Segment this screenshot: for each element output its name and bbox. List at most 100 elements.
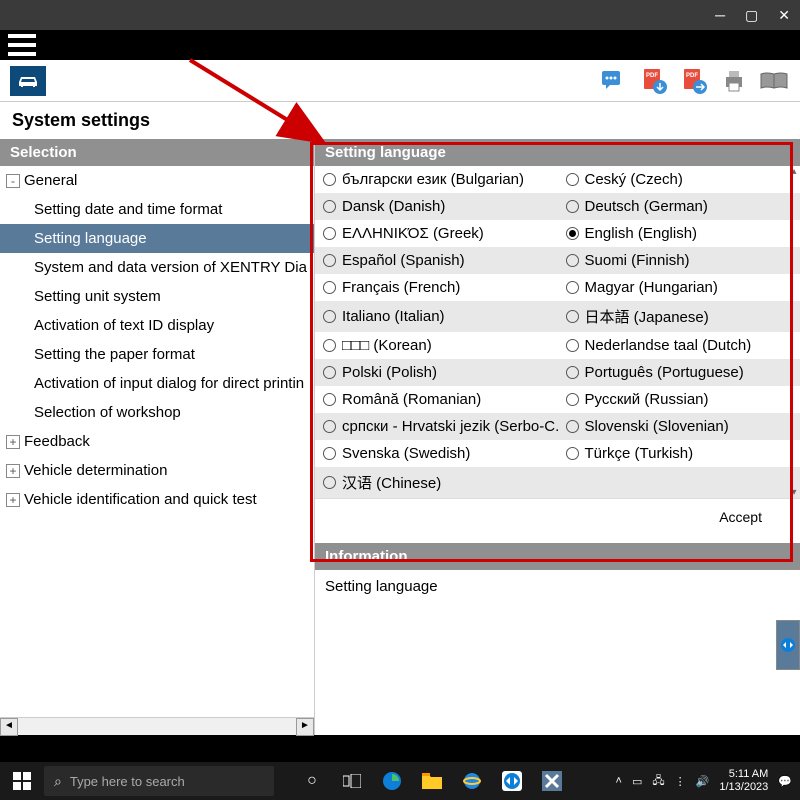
pdf-download-icon[interactable]: PDF — [638, 65, 670, 97]
expand-icon[interactable]: + — [6, 464, 20, 478]
language-option[interactable]: English (English) — [558, 220, 800, 247]
language-option[interactable]: Slovenski (Slovenian) — [558, 413, 800, 440]
radio-icon[interactable] — [323, 339, 336, 352]
radio-icon[interactable] — [323, 366, 336, 379]
radio-icon[interactable] — [566, 339, 579, 352]
taskbar-clock[interactable]: 5:11 AM 1/13/2023 — [719, 768, 768, 794]
tree-item[interactable]: Setting unit system — [0, 282, 314, 311]
scroll-right-button[interactable]: ► — [296, 718, 314, 736]
teamviewer-icon[interactable] — [494, 762, 530, 800]
chat-icon[interactable] — [598, 65, 630, 97]
edge-icon[interactable] — [374, 762, 410, 800]
language-option[interactable]: □□□ (Korean) — [315, 332, 558, 359]
language-option[interactable]: Polski (Polish) — [315, 359, 558, 386]
close-icon[interactable]: ✕ — [778, 7, 790, 24]
task-view-icon[interactable] — [334, 762, 370, 800]
radio-icon[interactable] — [323, 200, 336, 213]
radio-icon[interactable] — [323, 281, 336, 294]
tray-expand-icon[interactable]: ˄ — [616, 775, 622, 787]
vertical-scroll-indicator[interactable]: ▴ ▾ — [788, 166, 800, 498]
language-option[interactable]: Türkçe (Turkish) — [558, 440, 800, 467]
tree-item[interactable]: Selection of workshop — [0, 398, 314, 427]
maximize-icon[interactable]: ▢ — [745, 7, 758, 24]
language-option[interactable]: български език (Bulgarian) — [315, 166, 558, 193]
radio-icon[interactable] — [323, 227, 336, 240]
start-button[interactable] — [0, 762, 44, 800]
language-option[interactable]: 日本語 (Japanese) — [558, 301, 800, 332]
expand-icon[interactable]: + — [6, 493, 20, 507]
radio-icon[interactable] — [323, 173, 336, 186]
language-option[interactable]: Nederlandse taal (Dutch) — [558, 332, 800, 359]
tree-item[interactable]: +Feedback — [0, 427, 314, 456]
teamviewer-side-widget[interactable] — [776, 620, 800, 670]
print-icon[interactable] — [718, 65, 750, 97]
radio-icon[interactable] — [323, 393, 336, 406]
sidebar-horizontal-scrollbar[interactable]: ◄ ► — [0, 717, 314, 735]
language-option[interactable]: српски - Hrvatski jezik (Serbo-C... — [315, 413, 558, 440]
expand-icon[interactable]: + — [6, 435, 20, 449]
tree-item[interactable]: Activation of input dialog for direct pr… — [0, 369, 314, 398]
radio-icon[interactable] — [566, 447, 579, 460]
language-option[interactable]: Русский (Russian) — [558, 386, 800, 413]
radio-icon[interactable] — [566, 310, 579, 323]
minimize-icon[interactable]: ─ — [715, 7, 725, 23]
language-option — [558, 467, 800, 498]
scroll-down-icon[interactable]: ▾ — [788, 487, 800, 498]
language-option[interactable]: 汉语 (Chinese) — [315, 467, 558, 498]
language-option[interactable]: Magyar (Hungarian) — [558, 274, 800, 301]
book-icon[interactable] — [758, 65, 790, 97]
network-icon[interactable]: 🖧 — [652, 772, 664, 791]
language-option[interactable]: Ceský (Czech) — [558, 166, 800, 193]
language-option[interactable]: Svenska (Swedish) — [315, 440, 558, 467]
radio-icon[interactable] — [566, 227, 579, 240]
radio-icon[interactable] — [566, 281, 579, 294]
radio-icon[interactable] — [566, 173, 579, 186]
radio-icon[interactable] — [566, 254, 579, 267]
tree-item[interactable]: Activation of text ID display — [0, 311, 314, 340]
radio-icon[interactable] — [323, 420, 336, 433]
tree-item[interactable]: -General — [0, 166, 314, 195]
radio-icon[interactable] — [566, 420, 579, 433]
system-tray: ˄ ▭ 🖧 ⋮ 🔊 5:11 AM 1/13/2023 💬 — [616, 768, 800, 794]
language-option[interactable]: Italiano (Italian) — [315, 301, 558, 332]
radio-icon[interactable] — [566, 366, 579, 379]
language-option[interactable]: Dansk (Danish) — [315, 193, 558, 220]
cortana-icon[interactable]: ○ — [294, 762, 330, 800]
radio-icon[interactable] — [323, 254, 336, 267]
radio-icon[interactable] — [566, 393, 579, 406]
tree-item[interactable]: Setting date and time format — [0, 195, 314, 224]
radio-icon[interactable] — [323, 310, 336, 323]
tree-item[interactable]: +Vehicle determination — [0, 456, 314, 485]
hamburger-menu-icon[interactable] — [8, 34, 36, 56]
battery-icon[interactable]: ▭ — [632, 775, 642, 788]
tree-item[interactable]: +Vehicle identification and quick test — [0, 485, 314, 514]
radio-icon[interactable] — [323, 476, 336, 489]
scroll-up-icon[interactable]: ▴ — [788, 166, 800, 177]
language-label: Slovenski (Slovenian) — [585, 418, 729, 435]
scroll-left-button[interactable]: ◄ — [0, 718, 18, 736]
language-option[interactable]: Română (Romanian) — [315, 386, 558, 413]
language-option[interactable]: Suomi (Finnish) — [558, 247, 800, 274]
language-option[interactable]: ΕΛΛΗΝΙΚΌΣ (Greek) — [315, 220, 558, 247]
xentry-icon[interactable] — [534, 762, 570, 800]
tree-item[interactable]: System and data version of XENTRY Dia — [0, 253, 314, 282]
language-option[interactable]: Français (French) — [315, 274, 558, 301]
language-option[interactable]: Español (Spanish) — [315, 247, 558, 274]
pdf-export-icon[interactable]: PDF — [678, 65, 710, 97]
tree-item[interactable]: Setting the paper format — [0, 340, 314, 369]
radio-icon[interactable] — [323, 447, 336, 460]
accept-button[interactable]: Accept — [701, 505, 780, 529]
language-option[interactable]: Português (Portuguese) — [558, 359, 800, 386]
volume-icon[interactable]: 🔊 — [696, 775, 710, 788]
ie-icon[interactable] — [454, 762, 490, 800]
wifi-icon[interactable]: ⋮ — [675, 775, 686, 788]
vehicle-icon[interactable] — [10, 66, 46, 96]
radio-icon[interactable] — [566, 200, 579, 213]
file-explorer-icon[interactable] — [414, 762, 450, 800]
language-option[interactable]: Deutsch (German) — [558, 193, 800, 220]
taskbar-search[interactable]: ⌕ Type here to search — [44, 766, 274, 796]
collapse-icon[interactable]: - — [6, 174, 20, 188]
language-label: 日本語 (Japanese) — [585, 306, 709, 327]
tree-item[interactable]: Setting language — [0, 224, 314, 253]
notifications-icon[interactable]: 💬 — [778, 775, 792, 788]
